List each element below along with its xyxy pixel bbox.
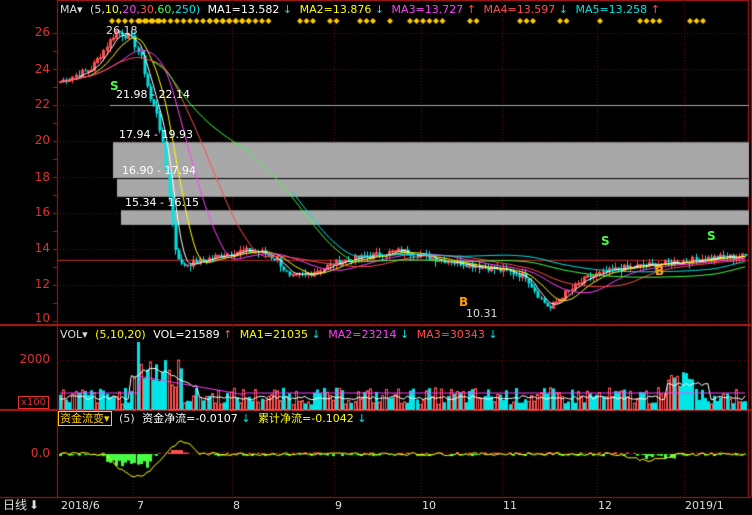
vol-ma3-readout: MA3=30343 ↓ (417, 328, 498, 341)
vol-params: (5,10,20) (95, 328, 146, 341)
resistance-zone-label: 15.34 - 16.15 (125, 196, 199, 209)
vol-indicator-name: VOL (60, 328, 83, 341)
vol-ma1-value: MA1=21035 (239, 328, 309, 341)
vol-value: VOL=21589 (153, 328, 220, 341)
arrow-down-icon: ↓ (241, 412, 251, 425)
arrow-down-icon: ⬇ (29, 498, 40, 512)
vol-ma2-readout: MA2=23214 ↓ (328, 328, 409, 341)
low-price-label: 10.31 (466, 307, 498, 320)
flow-cum-readout: 累计净流=-0.1042 ↓ (258, 412, 366, 425)
price-y-tick: 12 (34, 277, 50, 291)
arrow-up-icon: ↑ (223, 328, 233, 341)
arrow-up-icon: ↑ (650, 3, 660, 16)
vol-ma2-value: MA2=23214 (328, 328, 397, 341)
sell-signal-marker: S (110, 79, 119, 93)
flow-indicator-name: 资金流变 (60, 412, 104, 425)
ma-param-20: 20, (122, 3, 140, 16)
vol-ma3-value: MA3=30343 (416, 328, 485, 341)
arrow-down-icon: ↓ (374, 3, 385, 16)
arrow-down-icon: ↓ (488, 328, 498, 341)
ma1-value: MA1=13.582 (207, 3, 280, 16)
price-y-tick: 18 (34, 170, 50, 184)
price-y-tick: 10 (34, 311, 50, 325)
arrow-down-icon: ↓ (558, 3, 568, 16)
x-tick: 7 (137, 499, 144, 512)
price-y-tick: 26 (34, 25, 50, 39)
resistance-zone-label: 16.90 - 17.94 (122, 164, 196, 177)
x-tick: 11 (503, 499, 517, 512)
flow-net-readout: 资金净流=-0.0107 ↓ (142, 412, 250, 425)
ma-param-60: 60, (157, 3, 175, 16)
dropdown-arrow-icon: ▾ (82, 328, 88, 341)
ma5-value: MA5=13.258 (575, 3, 648, 16)
flow-panel-header: 资金流变▾ (5) 资金净流=-0.0107 ↓ 累计净流=-0.1042 ↓ (58, 411, 370, 426)
flow-y-tick: 0.0 (30, 446, 50, 460)
high-price-label: 26.18 (106, 24, 138, 37)
ma2-value: MA2=13.876 (299, 3, 372, 16)
ma2-readout: MA2=13.876 ↓ (300, 3, 384, 16)
x-tick: 9 (335, 499, 342, 512)
ma-indicator-name: MA (60, 3, 78, 16)
sell-signal-marker: S (601, 234, 610, 248)
x-tick: 2018/6 (61, 499, 100, 512)
flow-indicator-menu[interactable]: 资金流变▾ (58, 411, 112, 426)
vol-ma1-readout: MA1=21035 ↓ (240, 328, 321, 341)
ma-params: (5,10,20,30,60,250) (90, 3, 200, 16)
buy-signal-marker: B (459, 295, 469, 309)
dropdown-arrow-icon: ▾ (77, 3, 83, 16)
period-label: 日线 (3, 498, 28, 512)
ma4-value: MA4=13.597 (483, 3, 556, 16)
ma1-readout: MA1=13.582 ↓ (208, 3, 292, 16)
buy-signal-marker: B (655, 264, 665, 278)
vol-indicator-menu[interactable]: VOL▾ (60, 328, 88, 341)
ma-param-30: 30, (139, 3, 158, 16)
ma4-readout: MA4=13.597 ↓ (484, 3, 568, 16)
price-y-tick: 16 (34, 205, 50, 219)
flow-params: (5) (119, 412, 135, 425)
price-y-tick: 24 (34, 62, 50, 76)
arrow-down-icon: ↓ (282, 3, 293, 16)
arrow-down-icon: ↓ (311, 328, 321, 341)
arrow-up-icon: ↑ (466, 3, 476, 16)
vol-readout: VOL=21589 ↑ (153, 328, 232, 341)
price-y-tick: 22 (34, 97, 50, 111)
x-tick: 8 (233, 499, 240, 512)
period-selector[interactable]: 日线 ⬇ (3, 499, 39, 512)
flow-net-value: 资金净流=-0.0107 (142, 412, 238, 425)
price-panel-header: MA▾ (5,10,20,30,60,250) MA1=13.582 ↓ MA2… (60, 3, 664, 16)
volume-panel-header: VOL▾ (5,10,20) VOL=21589 ↑ MA1=21035 ↓ M… (60, 328, 502, 341)
price-y-tick: 20 (34, 133, 50, 147)
ma3-value: MA3=13.727 (391, 3, 464, 16)
dropdown-arrow-icon: ▾ (104, 412, 110, 425)
ma5-readout: MA5=13.258 ↑ (575, 3, 659, 16)
arrow-down-icon: ↓ (357, 412, 367, 425)
ma-param-10: 10, (104, 3, 123, 16)
resistance-zone-label: 17.94 - 19.93 (119, 128, 193, 141)
x-tick: 12 (598, 499, 612, 512)
ma-param-open: (5, (90, 3, 105, 16)
stock-chart-canvas[interactable] (0, 0, 752, 515)
flow-cum-value: 累计净流=-0.1042 (258, 412, 354, 425)
resistance-zone-label: 21.98 - 22.14 (116, 88, 190, 101)
arrow-down-icon: ↓ (399, 328, 410, 341)
volume-y-tick: 2000 (19, 352, 50, 366)
x-tick: 10 (422, 499, 436, 512)
ma3-readout: MA3=13.727 ↑ (392, 3, 476, 16)
sell-signal-marker: S (707, 229, 716, 243)
x-tick: 2019/1 (685, 499, 724, 512)
ma-param-250: 250) (174, 3, 201, 16)
ma-indicator-menu[interactable]: MA▾ (60, 3, 83, 16)
volume-unit-badge: x100 (18, 396, 50, 409)
price-y-tick: 14 (34, 241, 50, 255)
